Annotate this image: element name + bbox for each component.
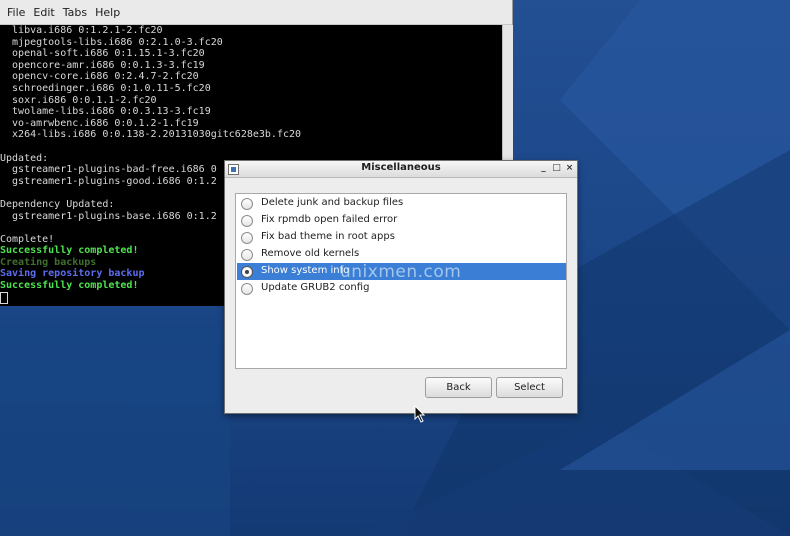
minimize-icon[interactable]: _ (538, 162, 549, 174)
close-icon[interactable]: × (564, 162, 575, 174)
menu-help[interactable]: Help (91, 6, 124, 19)
radio-button-selected[interactable] (241, 266, 253, 278)
option-label: Fix rpmdb open failed error (261, 214, 398, 225)
back-button[interactable]: Back (425, 377, 492, 398)
option-remove-kernels[interactable]: Remove old kernels (237, 246, 566, 263)
terminal-cursor (0, 291, 8, 304)
terminal-line: opencore-amr.i686 0:0.1.3-3.fc19 (0, 59, 205, 71)
terminal-menubar: File Edit Tabs Help (0, 0, 512, 25)
terminal-line: vo-amrwbenc.i686 0:0.1.2-1.fc19 (0, 117, 199, 129)
dialog-title: Miscellaneous (361, 162, 441, 173)
terminal-line: mjpegtools-libs.i686 0:2.1.0-3.fc20 (0, 36, 223, 48)
option-label: Update GRUB2 config (261, 282, 370, 293)
radio-button[interactable] (241, 215, 253, 227)
menu-file[interactable]: File (3, 6, 29, 19)
radio-button[interactable] (241, 232, 253, 244)
select-button[interactable]: Select (496, 377, 563, 398)
miscellaneous-dialog: Miscellaneous _ □ × Delete junk and back… (224, 160, 578, 414)
option-label: Fix bad theme in root apps (261, 231, 395, 242)
terminal-line: libva.i686 0:1.2.1-2.fc20 (0, 25, 163, 36)
menu-edit[interactable]: Edit (29, 6, 58, 19)
terminal-line: opencv-core.i686 0:2.4.7-2.fc20 (0, 71, 199, 83)
radio-button[interactable] (241, 249, 253, 261)
maximize-icon[interactable]: □ (551, 162, 562, 174)
option-fix-rpmdb[interactable]: Fix rpmdb open failed error (237, 212, 566, 229)
option-label: Remove old kernels (261, 248, 360, 259)
terminal-line: x264-libs.i686 0:0.138-2.20131030gitc628… (0, 129, 302, 141)
mouse-pointer-icon (414, 405, 426, 423)
option-delete-junk[interactable]: Delete junk and backup files (237, 195, 566, 212)
option-label: Show system info (261, 265, 350, 276)
radio-button[interactable] (241, 283, 253, 295)
dialog-titlebar[interactable]: Miscellaneous _ □ × (225, 161, 577, 178)
radio-dot-icon (245, 270, 249, 274)
menu-tabs[interactable]: Tabs (59, 6, 91, 19)
option-label: Delete junk and backup files (261, 197, 404, 208)
option-update-grub2[interactable]: Update GRUB2 config (237, 280, 566, 297)
terminal-line: openal-soft.i686 0:1.15.1-3.fc20 (0, 48, 205, 60)
watermark-text: unixmen.com (340, 262, 462, 282)
terminal-line: schroedinger.i686 0:1.0.11-5.fc20 (0, 82, 211, 94)
option-fix-theme[interactable]: Fix bad theme in root apps (237, 229, 566, 246)
radio-button[interactable] (241, 198, 253, 210)
terminal-line: twolame-libs.i686 0:0.3.13-3.fc19 (0, 106, 211, 118)
terminal-line: soxr.i686 0:0.1.1-2.fc20 (0, 94, 157, 106)
